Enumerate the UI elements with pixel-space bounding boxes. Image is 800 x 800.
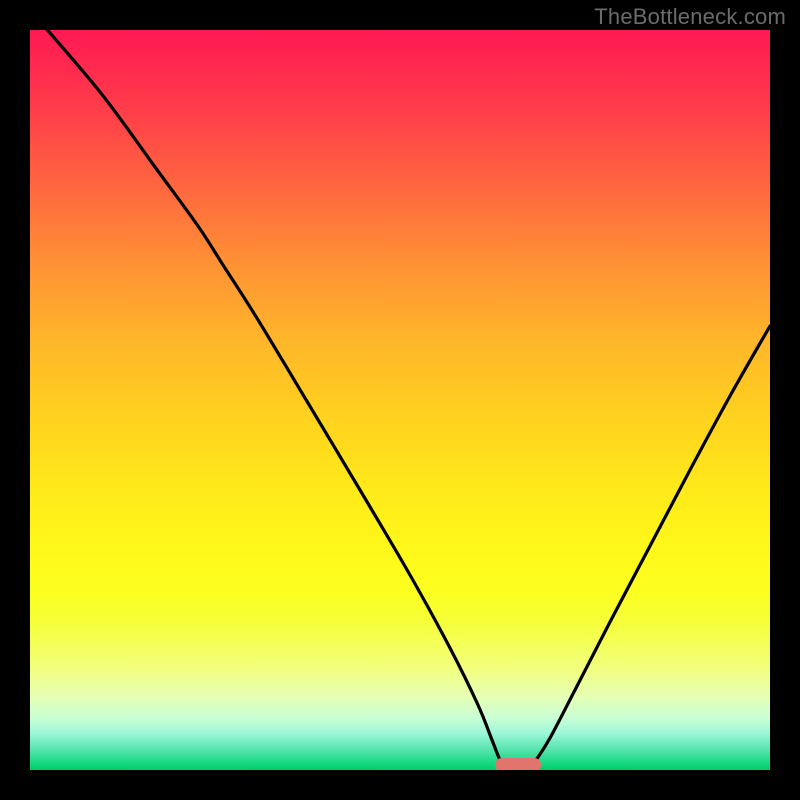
optimal-marker	[495, 758, 541, 770]
bottleneck-curve	[30, 30, 770, 770]
chart-frame: TheBottleneck.com	[0, 0, 800, 800]
plot-area	[30, 30, 770, 770]
watermark-text: TheBottleneck.com	[594, 4, 786, 30]
